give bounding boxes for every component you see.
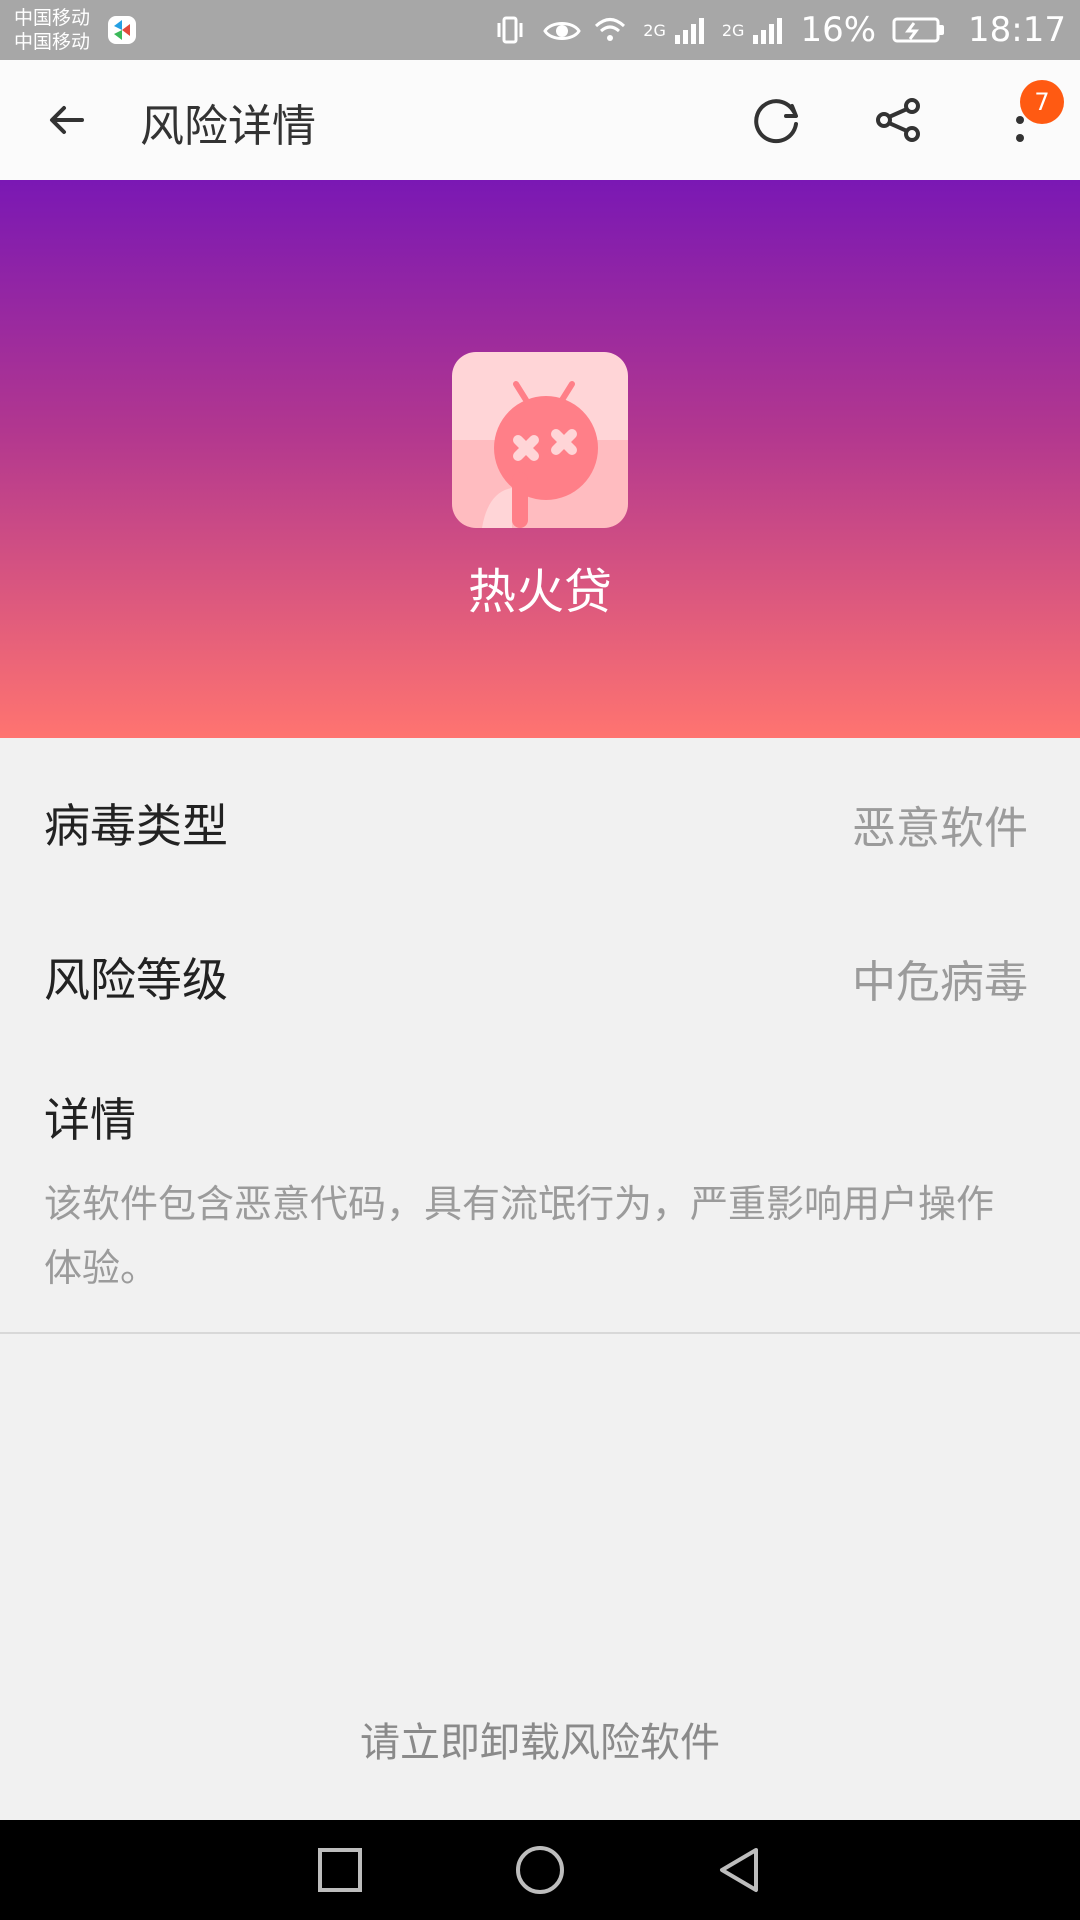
status-time: 18:17 xyxy=(968,10,1066,50)
details-section: 详情 该软件包含恶意代码，具有流氓行为，严重影响用户操作体验。 xyxy=(0,1046,1080,1334)
details-description: 该软件包含恶意代码，具有流氓行为，严重影响用户操作体验。 xyxy=(44,1182,995,1290)
uninstall-hint: 请立即卸载风险软件 xyxy=(360,1720,720,1766)
refresh-icon xyxy=(748,99,808,154)
app-bar: 风险详情 7 xyxy=(0,60,1080,181)
virus-type-row: 病毒类型 恶意软件 xyxy=(0,738,1080,894)
virus-type-label: 病毒类型 xyxy=(44,799,228,853)
network-type-2: 2G xyxy=(721,20,745,40)
status-bar: 中国移动 中国移动 2G 2G 16% 18:17 xyxy=(0,0,1080,60)
status-icons: 2G 2G 16% 18:17 xyxy=(493,0,1066,60)
risk-level-value: 中危病毒 xyxy=(852,957,1028,1008)
carrier-1: 中国移动 xyxy=(14,7,91,29)
battery-charging-icon xyxy=(892,13,946,47)
network-type-1: 2G xyxy=(643,20,666,40)
share-icon xyxy=(868,98,928,154)
app-logo-icon xyxy=(108,16,136,44)
page-title: 风险详情 xyxy=(140,101,316,152)
risk-level-row: 风险等级 中危病毒 xyxy=(0,892,1080,1048)
app-name: 热火贷 xyxy=(467,564,612,620)
carrier-2: 中国移动 xyxy=(14,31,91,53)
app-icon xyxy=(452,352,628,528)
triangle-back-icon xyxy=(712,1848,768,1902)
hero-section: 热火贷 xyxy=(0,180,1080,738)
home-button[interactable] xyxy=(512,1842,568,1898)
wifi-icon xyxy=(593,13,627,47)
arrow-left-icon xyxy=(40,106,96,152)
risk-level-label: 风险等级 xyxy=(44,953,228,1007)
eye-icon xyxy=(543,13,582,47)
circle-icon xyxy=(512,1846,568,1902)
signal-icon xyxy=(750,13,784,47)
share-button[interactable] xyxy=(868,90,928,150)
system-nav-bar xyxy=(0,1820,1080,1920)
refresh-button[interactable] xyxy=(748,90,808,150)
battery-percentage: 16% xyxy=(800,10,877,50)
square-icon xyxy=(312,1848,368,1902)
carrier-labels: 中国移动 中国移动 xyxy=(14,6,90,54)
back-button[interactable] xyxy=(40,92,96,148)
signal-icon xyxy=(672,13,706,47)
notification-badge: 7 xyxy=(1020,80,1064,124)
more-menu-button[interactable]: 7 xyxy=(990,80,1064,150)
system-back-button[interactable] xyxy=(712,1842,768,1898)
android-robot-icon xyxy=(452,381,628,528)
virus-type-value: 恶意软件 xyxy=(852,803,1028,854)
recent-apps-button[interactable] xyxy=(312,1842,368,1898)
vibrate-icon xyxy=(493,13,527,47)
more-vertical-icon xyxy=(990,116,1050,154)
details-label: 详情 xyxy=(44,1093,136,1147)
